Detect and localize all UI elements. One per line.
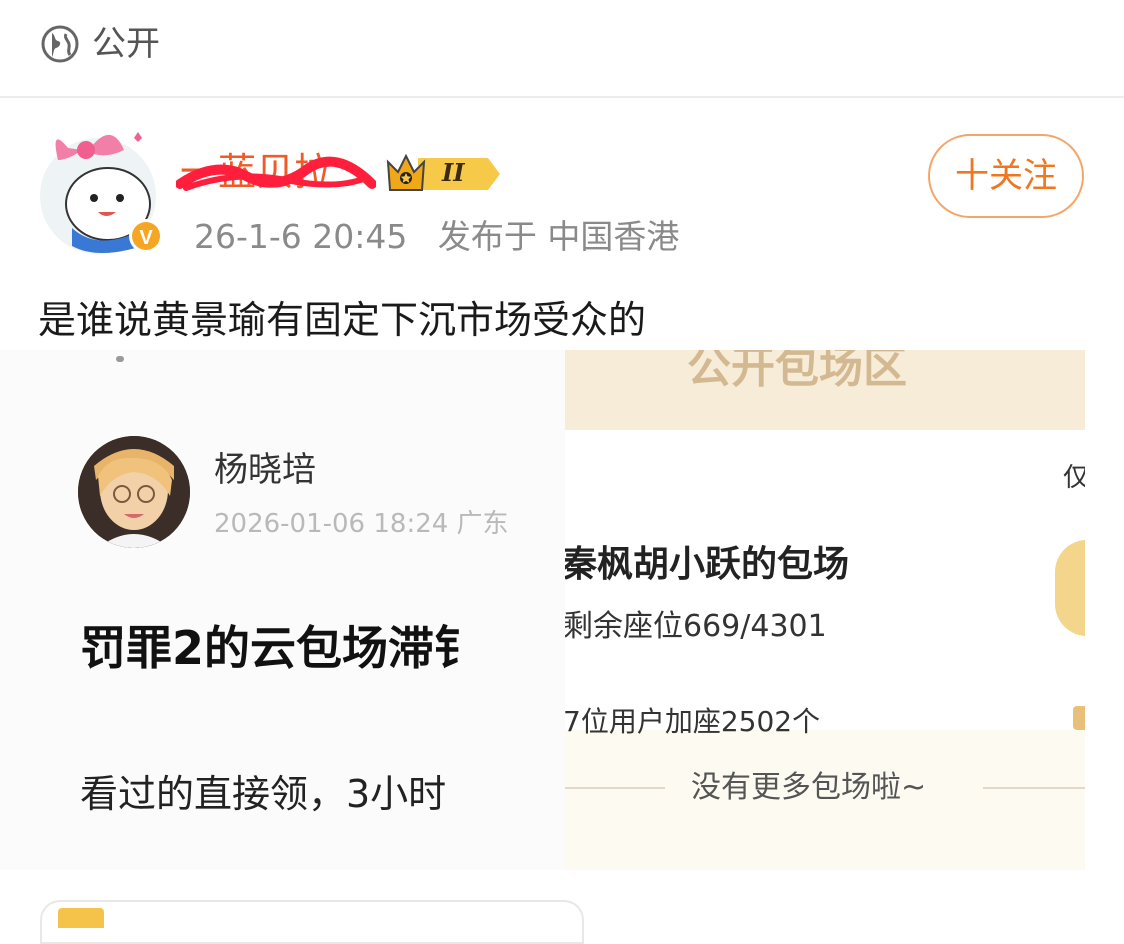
redaction-scribble: [176, 156, 376, 191]
next-card: [40, 900, 584, 944]
follow-button[interactable]: 十关注: [928, 134, 1084, 218]
embedded-title: 罚罪2的云包场滞钅: [80, 621, 481, 675]
embedded-edge-text: 仅: [1063, 463, 1085, 493]
post-time: 26-1-6 20:45: [194, 217, 408, 256]
divider-right: [983, 787, 1085, 789]
ellipsis-dot: [116, 356, 124, 362]
level-badge: II: [384, 150, 502, 196]
level-text: II: [442, 158, 465, 187]
divider: [0, 96, 1124, 98]
divider-left: [565, 787, 665, 789]
post-image[interactable]: 杨晓培 2026-01-06 18:24 广东 罚罪2的云包场滞钅 看过的直接领…: [0, 350, 1124, 870]
post-meta: 26-1-6 20:45 发布于 中国香港: [194, 214, 699, 260]
coin-icon: [1055, 540, 1085, 636]
embedded-avatar: [78, 436, 190, 548]
verified-v-icon: [132, 220, 166, 254]
embedded-header: 公开包场区: [687, 350, 907, 393]
embedded-body: 看过的直接领，3小时: [80, 772, 447, 816]
embedded-session-title: 秦枫胡小跃的包场: [565, 544, 850, 585]
post-location: 发布于 中国香港: [437, 217, 680, 256]
globe-icon: [41, 25, 79, 63]
visibility-label: 公开: [92, 24, 160, 64]
embedded-date: 2026-01-06 18:24 广东: [214, 509, 509, 539]
embedded-footer: 没有更多包场啦~: [691, 770, 927, 805]
crown-icon: [58, 908, 104, 928]
embedded-author: 杨晓培: [214, 450, 316, 490]
embedded-screenshot-right: 公开包场区 仅 秦枫胡小跃的包场 剩余座位669/4301 7位用户加座2502…: [565, 350, 1085, 870]
post-text: 是谁说黄景瑜有固定下沉市场受众的: [38, 298, 647, 342]
visibility-bar: 公开: [0, 0, 1124, 96]
embedded-users: 7位用户加座2502个: [565, 705, 821, 738]
small-icon: [1073, 706, 1085, 730]
embedded-seats: 剩余座位669/4301: [565, 609, 827, 644]
embedded-screenshot-left: 杨晓培 2026-01-06 18:24 广东 罚罪2的云包场滞钅 看过的直接领…: [0, 350, 565, 870]
